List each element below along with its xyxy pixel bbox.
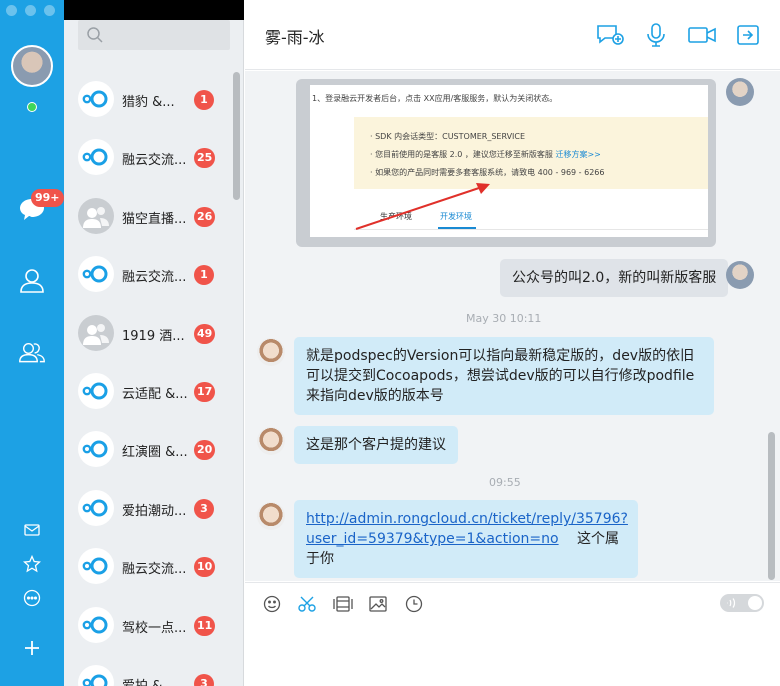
share-icon[interactable] bbox=[733, 22, 763, 48]
emoji-icon[interactable] bbox=[261, 593, 283, 615]
rongcloud-logo-icon bbox=[78, 548, 114, 585]
conversation-name: 1919 酒... bbox=[122, 328, 185, 344]
voice-toggle[interactable] bbox=[720, 594, 764, 612]
list-scrollbar[interactable] bbox=[233, 72, 240, 200]
video-icon[interactable] bbox=[687, 22, 717, 48]
unread-badge: 99+ bbox=[31, 189, 64, 207]
message-bubble-other: http://admin.rongcloud.cn/ticket/reply/3… bbox=[294, 500, 638, 578]
screenshot-top-text: 1、登录融云开发者后台，点击 XX应用/客服服务，默认为关闭状态。 bbox=[312, 94, 558, 103]
unread-count-badge: 3 bbox=[194, 498, 214, 519]
rongcloud-logo-icon bbox=[78, 431, 114, 468]
contact-icon[interactable] bbox=[18, 266, 46, 294]
film-icon[interactable] bbox=[332, 593, 354, 615]
rongcloud-logo-icon bbox=[78, 373, 114, 409]
rongcloud-logo-icon bbox=[78, 665, 114, 686]
close-window-button[interactable] bbox=[6, 5, 17, 16]
scissors-icon[interactable] bbox=[296, 593, 318, 615]
message-timestamp: May 30 10:11 bbox=[466, 312, 542, 325]
rongcloud-logo-icon bbox=[78, 606, 114, 643]
online-status-dot bbox=[27, 102, 37, 112]
unread-count-badge: 3 bbox=[194, 674, 214, 686]
conversation-name: 红演圈 &... bbox=[122, 445, 188, 461]
search-icon bbox=[87, 27, 103, 43]
sender-avatar-other[interactable] bbox=[257, 502, 285, 530]
unread-count-badge: 10 bbox=[194, 557, 216, 578]
message-timestamp: 09:55 bbox=[489, 476, 521, 489]
screenshot-line-1: · SDK 内会话类型：CUSTOMER_SERVICE bbox=[370, 132, 526, 141]
message-scrollbar[interactable] bbox=[768, 432, 775, 580]
unread-count-badge: 20 bbox=[194, 440, 216, 461]
star-icon[interactable] bbox=[18, 550, 46, 578]
conversation-item[interactable]: 融云交流... 1 bbox=[64, 247, 232, 305]
screenshot-line-2: · 您目前使用的是客服 2.0 ，建议您迁移至新版客服 迁移方案>> bbox=[370, 150, 601, 159]
minimize-window-button[interactable] bbox=[25, 5, 36, 16]
group-avatar bbox=[78, 314, 114, 351]
list-top-bar bbox=[64, 0, 244, 20]
clock-icon[interactable] bbox=[403, 593, 425, 615]
group-avatar bbox=[78, 197, 114, 234]
rongcloud-logo-icon bbox=[78, 489, 114, 526]
unread-count-badge: 17 bbox=[194, 382, 216, 402]
sound-wave-icon bbox=[727, 598, 736, 608]
window-controls bbox=[6, 5, 55, 16]
chat-header: 雾-雨-冰 bbox=[245, 0, 780, 70]
unread-count-badge: 25 bbox=[194, 148, 216, 169]
unread-count-badge: 11 bbox=[194, 615, 216, 636]
conversation-item[interactable]: 爱拍潮动... 3 bbox=[64, 481, 232, 539]
conversation-item[interactable]: 云适配 &... 17 bbox=[64, 364, 232, 422]
image-icon[interactable] bbox=[367, 593, 389, 615]
message-bubble-other: 就是podspec的Version可以指向最新稳定版的，dev版的依旧可以提交到… bbox=[294, 337, 714, 415]
conversation-item[interactable]: 驾校一点... 11 bbox=[64, 598, 232, 656]
conversation-item[interactable]: 融云交流... 10 bbox=[64, 539, 232, 597]
conversation-name: 融云交流... bbox=[122, 153, 187, 169]
search-input[interactable] bbox=[78, 20, 230, 50]
rongcloud-logo-icon bbox=[78, 139, 114, 176]
my-avatar[interactable] bbox=[11, 45, 53, 87]
conversation-name: 爱拍 &... bbox=[122, 675, 192, 686]
image-message[interactable]: 1、登录融云开发者后台，点击 XX应用/客服服务，默认为关闭状态。 · SDK … bbox=[296, 79, 716, 247]
zoom-window-button[interactable] bbox=[44, 5, 55, 16]
unread-count-badge: 26 bbox=[194, 206, 216, 227]
unread-count-badge: 49 bbox=[194, 323, 216, 344]
unread-count-badge: 1 bbox=[194, 265, 214, 286]
sender-avatar-other[interactable] bbox=[257, 427, 285, 455]
more-icon[interactable] bbox=[18, 584, 46, 612]
conversation-item[interactable]: 1919 酒... 49 bbox=[64, 306, 232, 364]
chat-title: 雾-雨-冰 bbox=[265, 28, 325, 47]
conversation-name: 融云交流... bbox=[122, 562, 187, 578]
plus-icon[interactable] bbox=[18, 634, 46, 662]
conversation-name: 爱拍潮动... bbox=[122, 503, 187, 519]
toggle-knob bbox=[748, 596, 762, 610]
message-bubble-other: 这是那个客户提的建议 bbox=[294, 426, 458, 464]
rongcloud-logo-icon bbox=[78, 256, 114, 293]
mail-icon[interactable] bbox=[18, 516, 46, 544]
conversation-item[interactable]: 猎豹 &... 1 bbox=[64, 72, 232, 130]
add-chat-icon[interactable] bbox=[595, 22, 625, 48]
mic-icon[interactable] bbox=[641, 22, 671, 48]
group-icon[interactable] bbox=[18, 338, 46, 366]
conversation-name: 驾校一点... bbox=[122, 620, 187, 636]
conversation-name: 猫空直播... bbox=[122, 211, 187, 227]
conversation-name: 云适配 &... bbox=[122, 387, 188, 402]
conversation-name: 猎豹 &... bbox=[122, 95, 175, 110]
screenshot-content: 1、登录融云开发者后台，点击 XX应用/客服服务，默认为关闭状态。 · SDK … bbox=[310, 85, 708, 237]
sender-avatar-me[interactable] bbox=[726, 261, 754, 289]
composer bbox=[245, 582, 780, 686]
red-arrow-annotation bbox=[355, 183, 490, 230]
rongcloud-logo-icon bbox=[78, 81, 114, 117]
message-bubble-me: 公众号的叫2.0，新的叫新版客服 bbox=[500, 259, 729, 297]
conversation-name: 融云交流... bbox=[122, 270, 187, 286]
sender-avatar-other[interactable] bbox=[257, 338, 285, 366]
conversation-item[interactable]: 融云交流... 25 bbox=[64, 130, 232, 188]
conversation-item[interactable]: 猫空直播... 26 bbox=[64, 189, 232, 247]
unread-count-badge: 1 bbox=[194, 90, 214, 110]
conversation-item[interactable]: 爱拍 &...3 bbox=[64, 656, 232, 686]
conversation-item[interactable]: 红演圈 &... 20 bbox=[64, 422, 232, 480]
sender-avatar-me[interactable] bbox=[726, 78, 754, 106]
